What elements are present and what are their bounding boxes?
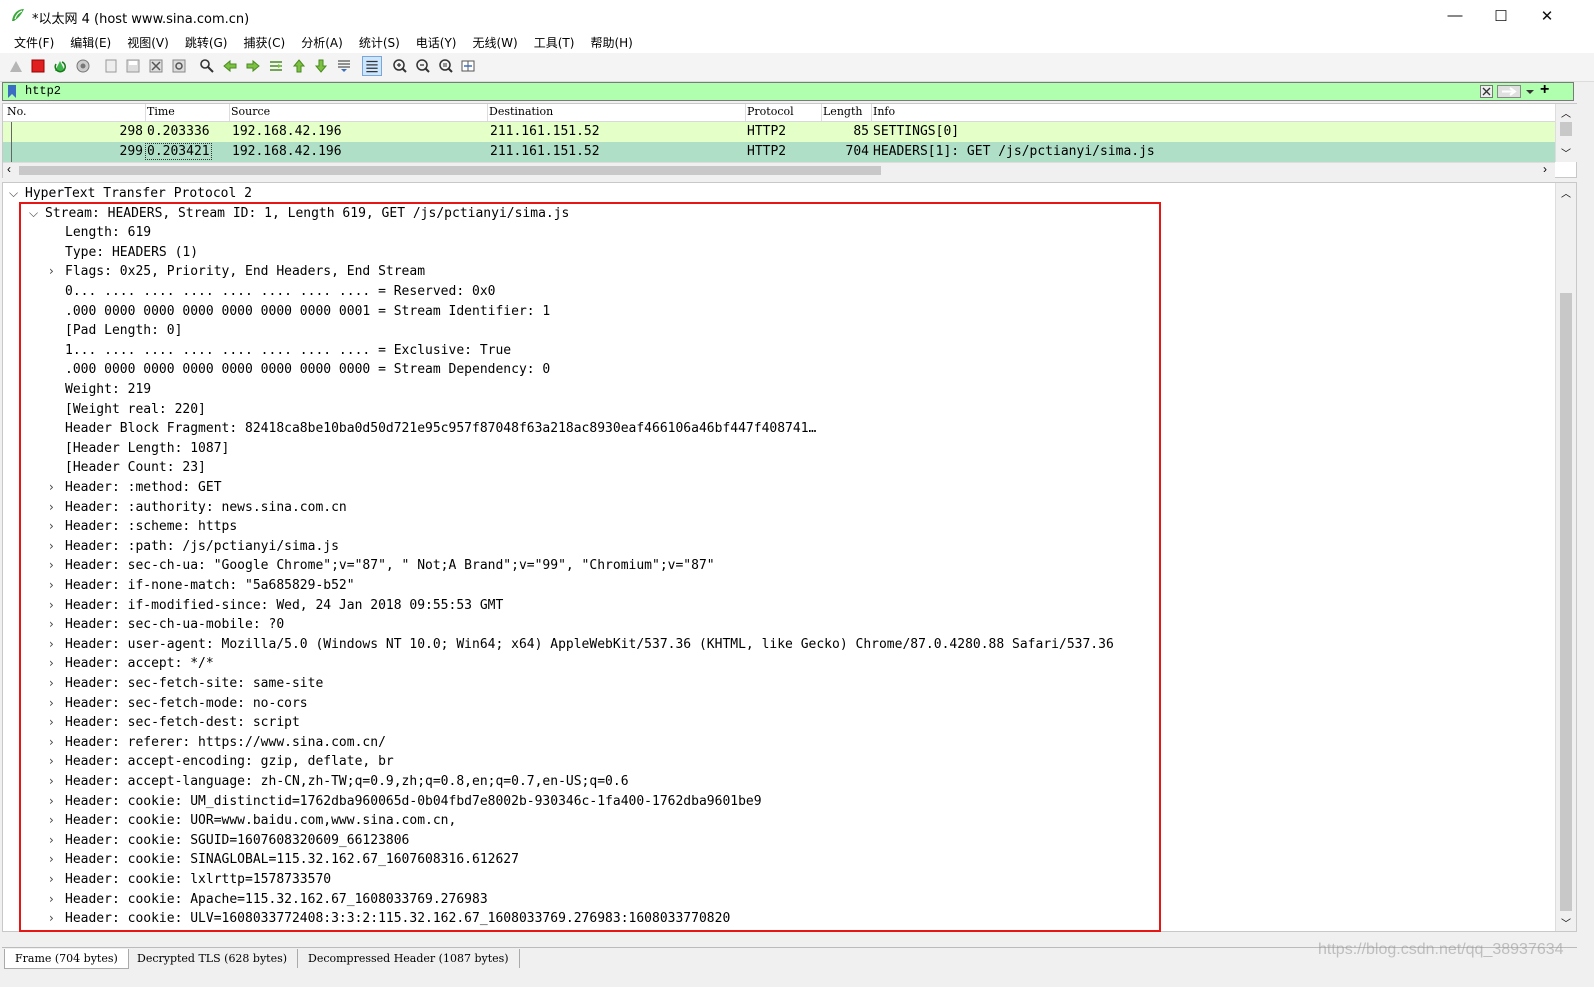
resize-columns-icon[interactable]	[460, 58, 476, 74]
scroll-down-icon: ﹀	[1561, 149, 1571, 160]
packet-list: No. Time Source Destination Protocol Len…	[2, 103, 1577, 178]
watermark: https://blog.csdn.net/qq_38937634	[1318, 941, 1564, 958]
scroll-left-icon: ‹	[7, 162, 11, 176]
scroll-thumb	[1560, 293, 1572, 911]
normal-size-icon[interactable]	[438, 58, 454, 74]
menu-tools[interactable]: 工具(T)	[526, 34, 583, 51]
menu-statistics[interactable]: 统计(S)	[351, 34, 408, 51]
wireshark-app-icon	[12, 9, 24, 21]
tab-frame-bytes[interactable]: Frame (704 bytes)	[4, 949, 129, 969]
packet-protocol: HTTP2	[747, 144, 787, 159]
display-filter-input[interactable]: http2	[25, 84, 61, 98]
apply-filter-icon[interactable]	[1497, 85, 1521, 98]
menu-edit[interactable]: 编辑(E)	[62, 34, 119, 51]
packet-list-vscrollbar[interactable]: ︿ ﹀	[1555, 104, 1577, 162]
menu-help[interactable]: 帮助(H)	[582, 34, 640, 51]
save-file-icon[interactable]	[125, 58, 141, 74]
zoom-out-icon[interactable]	[415, 58, 431, 74]
packet-row[interactable]: 298 0.203336 192.168.42.196 211.161.151.…	[3, 122, 1555, 142]
packet-info: HEADERS[1]: GET /js/pctianyi/sima.js	[873, 144, 1155, 159]
packet-source: 192.168.42.196	[232, 124, 342, 139]
column-header-info[interactable]: Info	[873, 105, 895, 118]
main-toolbar	[0, 53, 1594, 82]
scroll-thumb	[19, 166, 881, 175]
highlight-annotation-box	[19, 202, 1161, 932]
menu-telephony[interactable]: 电话(Y)	[408, 34, 465, 51]
menu-go[interactable]: 跳转(G)	[177, 34, 236, 51]
packet-no: 298	[119, 124, 143, 139]
scroll-up-icon: ︿	[1561, 189, 1571, 200]
menu-capture[interactable]: 捕获(C)	[235, 34, 293, 51]
packet-row-selected[interactable]: 299 0.203421 192.168.42.196 211.161.151.…	[3, 142, 1555, 162]
packet-time: 0.203421	[145, 143, 212, 160]
menu-view[interactable]: 视图(V)	[119, 34, 177, 51]
packet-destination: 211.161.151.52	[490, 144, 600, 159]
tab-decompressed-header[interactable]: Decompressed Header (1087 bytes)	[298, 949, 520, 968]
scroll-thumb	[1560, 122, 1572, 136]
auto-scroll-icon[interactable]	[336, 58, 352, 74]
packet-length: 85	[853, 124, 869, 139]
zoom-in-icon[interactable]	[392, 58, 408, 74]
go-forward-icon[interactable]	[245, 58, 261, 74]
column-header-source[interactable]: Source	[231, 105, 270, 118]
add-filter-button-icon[interactable]: +	[1540, 81, 1549, 99]
tab-decrypted-tls[interactable]: Decrypted TLS (628 bytes)	[127, 949, 299, 968]
menu-wireless[interactable]: 无线(W)	[465, 34, 526, 51]
packet-time: 0.203336	[147, 124, 210, 139]
maximize-button[interactable]: ☐	[1478, 0, 1524, 31]
column-header-destination[interactable]: Destination	[489, 105, 553, 118]
packet-protocol: HTTP2	[747, 124, 787, 139]
column-header-protocol[interactable]: Protocol	[747, 105, 794, 118]
column-header-length[interactable]: Length	[823, 105, 862, 118]
shark-fin-start-icon[interactable]	[8, 58, 24, 74]
scroll-up-icon: ︿	[1561, 109, 1571, 120]
packet-list-hscrollbar[interactable]: ‹ ›	[3, 162, 1555, 178]
window-title: *以太网 4 (host www.sina.com.cn)	[32, 12, 250, 27]
minimize-button[interactable]: —	[1432, 0, 1478, 31]
filter-history-dropdown-icon[interactable]	[1525, 87, 1535, 97]
column-header-no[interactable]: No.	[7, 105, 27, 118]
menu-file[interactable]: 文件(F)	[6, 34, 62, 51]
bookmark-icon[interactable]	[6, 84, 18, 99]
capture-options-icon[interactable]	[75, 58, 91, 74]
bytes-pane-tabs: Frame (704 bytes) Decrypted TLS (628 byt…	[0, 941, 1594, 987]
conversation-bracket	[11, 122, 12, 162]
title-bar: *以太网 4 (host www.sina.com.cn) — ☐ ✕	[0, 0, 1594, 31]
expanded-chevron-icon[interactable]: ⌵	[9, 184, 18, 203]
stop-capture-icon[interactable]	[30, 58, 46, 74]
packet-no: 299	[119, 144, 143, 159]
detail-tree-item[interactable]: HyperText Transfer Protocol 2	[25, 184, 252, 203]
reload-file-icon[interactable]	[171, 58, 187, 74]
packet-destination: 211.161.151.52	[490, 124, 600, 139]
packet-length: 704	[845, 144, 869, 159]
restart-capture-icon[interactable]	[52, 58, 68, 74]
scroll-right-icon: ›	[1543, 162, 1547, 176]
close-button[interactable]: ✕	[1524, 0, 1570, 31]
menu-analyze[interactable]: 分析(A)	[293, 34, 351, 51]
last-packet-icon[interactable]	[313, 58, 329, 74]
details-vscrollbar[interactable]: ︿ ﹀	[1555, 183, 1576, 931]
scroll-down-icon: ﹀	[1561, 919, 1571, 930]
find-packet-icon[interactable]	[199, 58, 215, 74]
go-back-icon[interactable]	[222, 58, 238, 74]
first-packet-icon[interactable]	[291, 58, 307, 74]
menu-bar: 文件(F) 编辑(E) 视图(V) 跳转(G) 捕获(C) 分析(A) 统计(S…	[0, 31, 1594, 53]
packet-info: SETTINGS[0]	[873, 124, 960, 139]
packet-source: 192.168.42.196	[232, 144, 342, 159]
column-header-time[interactable]: Time	[147, 105, 175, 118]
colorize-icon[interactable]	[362, 56, 382, 76]
open-file-icon[interactable]	[103, 58, 119, 74]
display-filter-bar[interactable]: http2	[2, 82, 1574, 101]
close-file-icon[interactable]	[148, 58, 164, 74]
go-to-packet-icon[interactable]	[268, 58, 284, 74]
clear-filter-icon[interactable]	[1480, 85, 1493, 98]
